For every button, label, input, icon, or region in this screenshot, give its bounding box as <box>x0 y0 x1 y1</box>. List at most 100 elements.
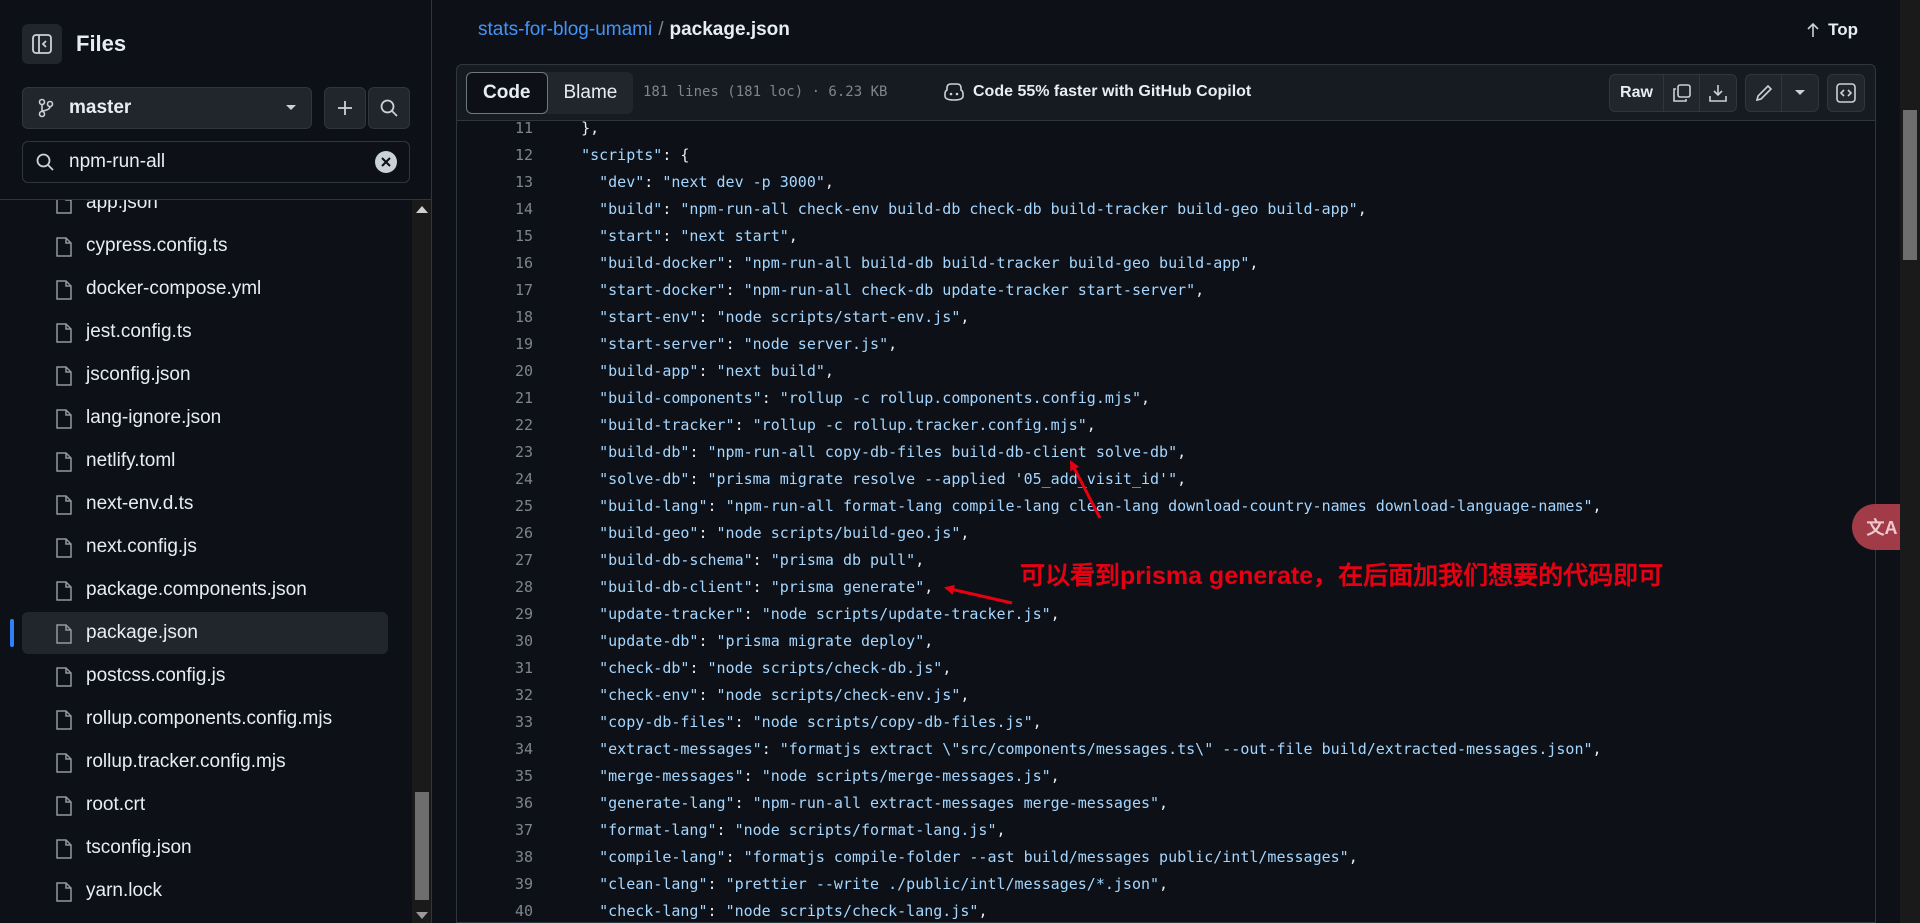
line-number[interactable]: 39 <box>457 871 533 898</box>
line-number[interactable]: 20 <box>457 358 533 385</box>
json-token: , <box>1140 389 1151 407</box>
file-tree-item[interactable]: yarn.lock <box>22 870 388 912</box>
json-value: : "npm-run-all copy-db-files build-db-cl… <box>689 443 1186 461</box>
file-tree-item[interactable]: docker-compose.yml <box>22 268 388 310</box>
line-number[interactable]: 23 <box>457 439 533 466</box>
line-number[interactable]: 27 <box>457 547 533 574</box>
file-tree-item[interactable]: app.json <box>22 200 388 224</box>
search-code-button[interactable] <box>368 87 410 129</box>
json-key: "update-tracker" <box>599 605 744 623</box>
json-token: : <box>743 605 762 623</box>
code-text: "start-env": "node scripts/start-env.js"… <box>563 304 969 331</box>
line-number[interactable]: 33 <box>457 709 533 736</box>
page-scrollbar-thumb[interactable] <box>1903 110 1917 260</box>
file-tree-item[interactable]: next-env.d.ts <box>22 483 388 525</box>
line-number[interactable]: 19 <box>457 331 533 358</box>
file-tree-item[interactable]: postcss.config.js <box>22 655 388 697</box>
file-tree-item[interactable]: jest.config.ts <box>22 311 388 353</box>
line-number[interactable]: 15 <box>457 223 533 250</box>
scroll-up-icon[interactable] <box>416 206 428 213</box>
symbols-panel-button[interactable] <box>1827 74 1865 112</box>
add-file-button[interactable] <box>324 87 366 129</box>
file-tree-item[interactable]: lang-ignore.json <box>22 397 388 439</box>
file-tree-item[interactable]: next.config.js <box>22 526 388 568</box>
branch-selector-button[interactable]: master <box>22 87 312 129</box>
scrollbar-thumb[interactable] <box>415 792 429 900</box>
line-number[interactable]: 32 <box>457 682 533 709</box>
line-number[interactable]: 13 <box>457 169 533 196</box>
file-filter-value[interactable]: npm-run-all <box>69 151 375 173</box>
line-number[interactable]: 36 <box>457 790 533 817</box>
file-tree-sidebar: Files master npm-run-all app.json cypress… <box>0 0 432 923</box>
line-number[interactable]: 29 <box>457 601 533 628</box>
code-text: "update-tracker": "node scripts/update-t… <box>563 601 1060 628</box>
file-name: yarn.lock <box>86 880 163 901</box>
file-tree-item[interactable]: root.crt <box>22 784 388 826</box>
tab-blame[interactable]: Blame <box>548 72 634 114</box>
line-number[interactable]: 30 <box>457 628 533 655</box>
clear-filter-button[interactable] <box>375 151 397 173</box>
json-token: "prisma db pull" <box>770 551 916 569</box>
line-number[interactable]: 31 <box>457 655 533 682</box>
json-value: : "npm-run-all check-env build-db check-… <box>662 200 1366 218</box>
json-value: : "rollup -c rollup.components.config.mj… <box>762 389 1150 407</box>
back-to-top-button[interactable]: Top <box>1806 20 1858 40</box>
code-line: 34 "extract-messages": "formatjs extract… <box>457 736 1875 763</box>
line-number[interactable]: 35 <box>457 763 533 790</box>
json-key: "scripts" <box>581 146 663 164</box>
line-number[interactable]: 17 <box>457 277 533 304</box>
scroll-down-icon[interactable] <box>416 912 428 919</box>
line-number[interactable]: 18 <box>457 304 533 331</box>
tab-code[interactable]: Code <box>466 72 548 114</box>
line-number[interactable]: 14 <box>457 196 533 223</box>
copilot-promo-link[interactable]: Code 55% faster with GitHub Copilot <box>943 82 1251 102</box>
file-name: jest.config.ts <box>86 321 192 342</box>
file-tree-item[interactable]: cypress.config.ts <box>22 225 388 267</box>
file-tree-item[interactable]: rollup.tracker.config.mjs <box>22 741 388 783</box>
line-number[interactable]: 38 <box>457 844 533 871</box>
breadcrumb-repo-link[interactable]: stats-for-blog-umami <box>478 19 652 41</box>
file-tree-item[interactable]: rollup.components.config.mjs <box>22 698 388 740</box>
file-tree-item[interactable]: netlify.toml <box>22 440 388 482</box>
file-filter-input[interactable]: npm-run-all <box>22 141 410 183</box>
line-number[interactable]: 34 <box>457 736 533 763</box>
download-raw-button[interactable] <box>1700 75 1736 111</box>
file-tree-item[interactable]: tsconfig.json <box>22 827 388 869</box>
line-number[interactable]: 28 <box>457 574 533 601</box>
code-line: 35 "merge-messages": "node scripts/merge… <box>457 763 1875 790</box>
edit-file-button[interactable] <box>1746 75 1782 111</box>
json-token: : <box>716 821 735 839</box>
file-tree-item[interactable]: jsconfig.json <box>22 354 388 396</box>
code-line: 15 "start": "next start", <box>457 223 1875 250</box>
sidebar-scrollbar[interactable] <box>412 200 431 923</box>
file-tree-item[interactable]: package.json <box>22 612 388 654</box>
file-name: jsconfig.json <box>86 364 191 385</box>
file-toolbar: Code Blame 181 lines (181 loc) · 6.23 KB… <box>456 64 1876 120</box>
line-number[interactable]: 24 <box>457 466 533 493</box>
line-number[interactable]: 40 <box>457 898 533 922</box>
line-number[interactable]: 12 <box>457 142 533 169</box>
line-number[interactable]: 21 <box>457 385 533 412</box>
json-token: , <box>1348 848 1358 866</box>
file-icon-wrap <box>56 323 72 348</box>
line-number[interactable]: 25 <box>457 493 533 520</box>
code-line: 13 "dev": "next dev -p 3000", <box>457 169 1875 196</box>
json-key: "check-db" <box>599 659 690 677</box>
json-token: : <box>743 767 762 785</box>
code-line: 26 "build-geo": "node scripts/build-geo.… <box>457 520 1875 547</box>
file-tree-item[interactable]: package.components.json <box>22 569 388 611</box>
copy-raw-button[interactable] <box>1664 75 1700 111</box>
edit-options-button[interactable] <box>1782 75 1818 111</box>
collapse-sidebar-button[interactable] <box>22 24 62 64</box>
line-number[interactable]: 16 <box>457 250 533 277</box>
line-number[interactable]: 26 <box>457 520 533 547</box>
chevron-down-icon <box>1795 90 1805 95</box>
line-number[interactable]: 37 <box>457 817 533 844</box>
code-line: 18 "start-env": "node scripts/start-env.… <box>457 304 1875 331</box>
line-number[interactable]: 22 <box>457 412 533 439</box>
code-viewer[interactable]: 11 }, 12 "scripts": {13 "dev": "next dev … <box>456 120 1876 923</box>
line-number[interactable]: 11 <box>457 121 533 142</box>
raw-button[interactable]: Raw <box>1610 75 1664 111</box>
file-view: stats-for-blog-umami / package.json Top … <box>456 0 1876 923</box>
page-scrollbar[interactable] <box>1900 0 1920 923</box>
